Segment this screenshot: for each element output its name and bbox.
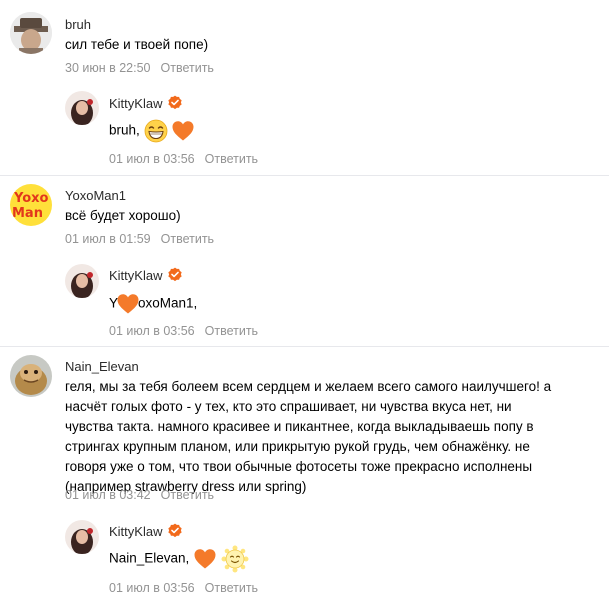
avatar[interactable] (10, 12, 52, 54)
avatar[interactable] (65, 520, 99, 554)
comment-text: сил тебе и твоей попе) (65, 37, 209, 52)
reply-button[interactable]: Ответить (161, 61, 214, 75)
reply-meta: 01 июл в 03:56 Ответить (109, 581, 258, 595)
comment-date[interactable]: 30 июн в 22:50 (65, 61, 151, 75)
reply-text: bruh, (109, 119, 195, 143)
comment-item: Yoxo Man YoxoMan1 всё будет хорошо) 01 и… (0, 176, 609, 346)
comment-item: Nain_Elevan геля, мы за тебя болеем всем… (0, 347, 609, 605)
comment-item: bruh сил тебе и твоей попе) 30 июн в 22:… (0, 0, 609, 175)
avatar[interactable] (65, 264, 99, 298)
comment-meta: 01 июл в 03:42 Ответить (65, 488, 214, 502)
reply-button[interactable]: Ответить (205, 152, 258, 166)
comment-meta: 01 июл в 01:59 Ответить (65, 232, 214, 246)
comment-text-line: чувства такта. намного красивее и пикант… (65, 419, 534, 434)
sun-face-emoji-icon (221, 545, 249, 573)
orange-heart-emoji-icon (171, 119, 195, 143)
grinning-face-emoji-icon (144, 119, 167, 143)
svg-text:Man: Man (12, 206, 43, 221)
comment-date[interactable]: 01 июл в 01:59 (65, 232, 151, 246)
kittyklaw-avatar-icon (65, 264, 99, 298)
svg-text:Yoxo: Yoxo (13, 191, 49, 206)
reply-button[interactable]: Ответить (205, 324, 258, 338)
reply-author[interactable]: KittyKlaw (109, 523, 183, 539)
comment-author[interactable]: YoxoMan1 (65, 188, 126, 203)
comment-text-line: стрингах крупным планом, или прикрытую р… (65, 439, 530, 454)
comment-text-line: говоря уже о том, что твои обычные фотос… (65, 459, 533, 474)
reply-author[interactable]: KittyKlaw (109, 267, 183, 283)
verified-badge-icon (167, 95, 183, 111)
comment-text: геля, мы за тебя болеем всем сердцем и ж… (65, 377, 600, 497)
comment-meta: 30 июн в 22:50 Ответить (65, 61, 214, 75)
orange-heart-emoji-icon (116, 292, 140, 316)
comment-text: всё будет хорошо) (65, 208, 181, 223)
yoxoman-avatar-icon: Yoxo Man (10, 184, 52, 226)
orange-heart-emoji-icon (193, 547, 217, 571)
comment-text-line: насчёт голых фото - у тех, кто это спраш… (65, 399, 512, 414)
avatar[interactable] (10, 355, 52, 397)
reply-text: YoxoMan1, (109, 292, 197, 316)
avatar[interactable] (65, 91, 99, 125)
verified-badge-icon (167, 267, 183, 283)
reply-button[interactable]: Ответить (205, 581, 258, 595)
comment-text-line: геля, мы за тебя болеем всем сердцем и ж… (65, 379, 552, 394)
nain-elevan-avatar-icon (10, 355, 52, 397)
reply-date[interactable]: 01 июл в 03:56 (109, 324, 195, 338)
reply-meta: 01 июл в 03:56 Ответить (109, 324, 258, 338)
reply-text: Nain_Elevan, (109, 545, 249, 573)
comment-author[interactable]: bruh (65, 17, 91, 32)
kittyklaw-avatar-icon (65, 520, 99, 554)
reply-meta: 01 июл в 03:56 Ответить (109, 152, 258, 166)
kittyklaw-avatar-icon (65, 91, 99, 125)
reply-button[interactable]: Ответить (161, 488, 214, 502)
comment-author[interactable]: Nain_Elevan (65, 359, 139, 374)
user-avatar-icon (10, 12, 52, 54)
comment-date[interactable]: 01 июл в 03:42 (65, 488, 151, 502)
avatar[interactable]: Yoxo Man (10, 184, 52, 226)
reply-date[interactable]: 01 июл в 03:56 (109, 581, 195, 595)
reply-button[interactable]: Ответить (161, 232, 214, 246)
verified-badge-icon (167, 523, 183, 539)
reply-author[interactable]: KittyKlaw (109, 95, 183, 111)
reply-date[interactable]: 01 июл в 03:56 (109, 152, 195, 166)
